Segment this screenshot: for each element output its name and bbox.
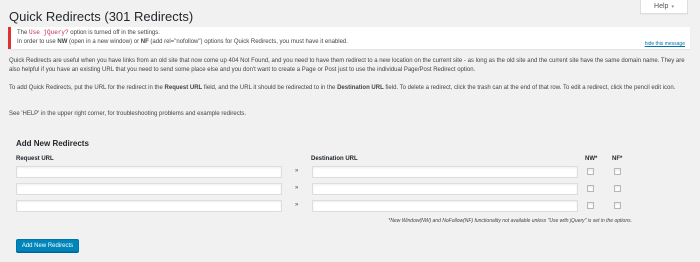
notice-line-2: In order to use NW (open in a new window… [17,39,348,45]
destination-url-input[interactable] [312,166,578,178]
add-new-redirects-button[interactable]: Add New Redirects [16,239,79,252]
destination-url-input[interactable] [312,200,578,212]
nf-checkbox[interactable] [614,185,621,192]
nf-checkbox[interactable] [614,168,621,175]
redirect-arrow-icon: » [295,168,299,174]
nw-checkbox[interactable] [587,185,594,192]
use-jquery-code: Use jQuery? [29,29,69,36]
help-tab-button[interactable]: Help ▾ [640,0,688,14]
nw-checkbox[interactable] [587,168,594,175]
help-label: Help [654,3,669,10]
destination-url-label: Destination URL [311,156,358,162]
notice-line-1: The Use jQuery? option is turned off in … [17,29,160,36]
nw-checkbox[interactable] [587,202,594,209]
request-url-input[interactable] [16,166,282,178]
request-url-label: Request URL [16,156,54,162]
chevron-down-icon: ▾ [671,3,674,10]
hide-message-link[interactable]: hide this message [645,40,685,49]
help-hint-paragraph: See 'HELP' in the upper right corner, fo… [9,111,247,117]
jquery-notice: The Use jQuery? option is turned off in … [8,27,690,49]
request-url-input[interactable] [16,200,282,212]
instructions-paragraph: To add Quick Redirects, put the URL for … [9,85,676,91]
nw-label: NW* [585,156,598,162]
jquery-footnote: *New Window(NW) and NoFollow(NF) functio… [388,218,632,224]
intro-paragraph: Quick Redirects are useful when you have… [9,58,685,73]
redirect-arrow-icon: » [295,202,299,208]
destination-url-input[interactable] [312,183,578,195]
redirect-arrow-icon: » [295,185,299,191]
nf-label: NF* [612,156,623,162]
request-url-input[interactable] [16,183,282,195]
nf-checkbox[interactable] [614,202,621,209]
add-redirects-heading: Add New Redirects [16,139,89,148]
page-title: Quick Redirects (301 Redirects) [9,9,194,24]
